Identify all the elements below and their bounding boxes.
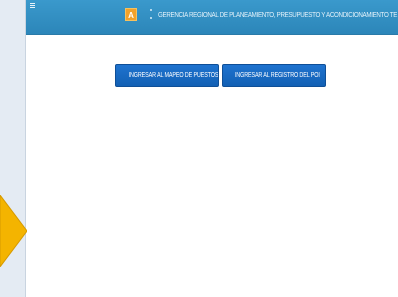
- chevron-left-icon[interactable]: [0, 195, 27, 267]
- mapeo-button[interactable]: INGRESAR AL MAPEO DE PUESTOS: [115, 64, 219, 87]
- poi-button[interactable]: INGRESAR AL REGISTRO DEL POI: [222, 64, 326, 87]
- poi-button-label: INGRESAR AL REGISTRO DEL POI: [234, 72, 320, 79]
- header-bar: A GERENCIA REGIONAL DE PLANEAMIENTO, PRE…: [26, 0, 398, 35]
- hamburger-icon[interactable]: [30, 3, 35, 8]
- notification-badge[interactable]: A: [125, 8, 137, 21]
- mapeo-button-label: INGRESAR AL MAPEO DE PUESTOS: [128, 72, 219, 79]
- dots-icon: [150, 9, 154, 19]
- page-title: GERENCIA REGIONAL DE PLANEAMIENTO, PRESU…: [158, 10, 398, 19]
